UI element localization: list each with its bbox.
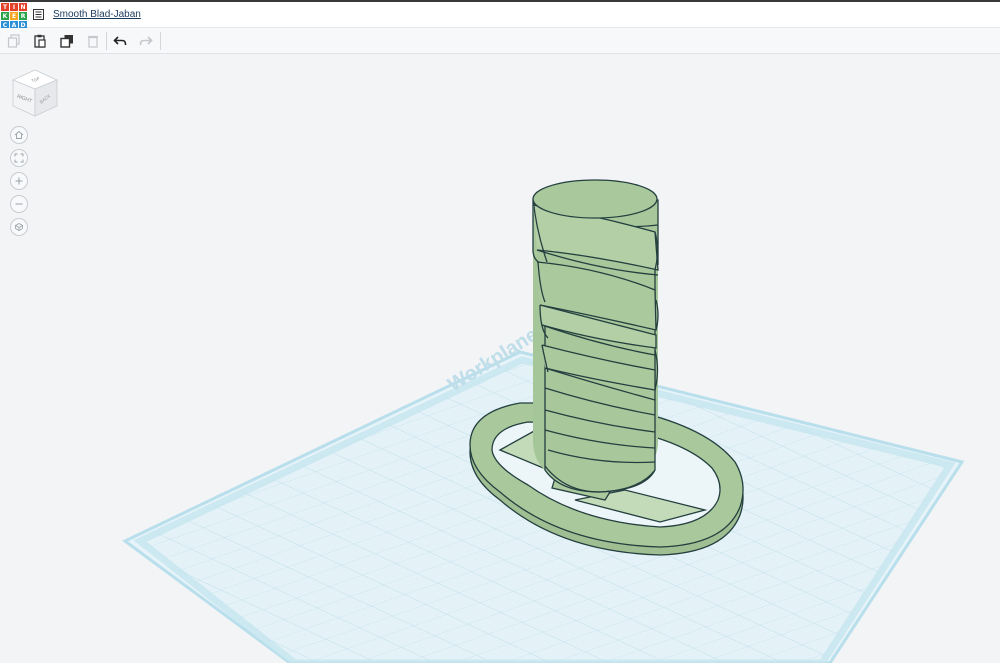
home-icon — [14, 130, 24, 139]
logo-tile: N — [19, 3, 27, 11]
redo-button[interactable] — [137, 32, 155, 50]
logo-tile: K — [1, 12, 9, 20]
logo-tile: E — [10, 12, 18, 20]
duplicate-icon — [60, 35, 73, 48]
logo-tile: R — [19, 12, 27, 20]
logo-tile: T — [1, 3, 9, 11]
redo-icon — [139, 36, 153, 45]
design-list-icon[interactable] — [33, 9, 44, 20]
paste-button[interactable] — [31, 32, 49, 50]
top-bar: TINKERCAD Smooth Blad-Jaban — [0, 0, 1000, 29]
3d-viewport[interactable]: Workplane TOP RIGHT BACK — [0, 54, 1000, 663]
paste-icon — [34, 34, 46, 48]
delete-button[interactable] — [84, 32, 102, 50]
zoom-out-icon — [15, 203, 23, 205]
duplicate-button[interactable] — [58, 32, 76, 50]
view-cube[interactable]: TOP RIGHT BACK — [10, 68, 60, 120]
fit-view-icon — [14, 153, 24, 163]
project-title[interactable]: Smooth Blad-Jaban — [53, 9, 141, 20]
perspective-icon — [14, 223, 24, 231]
copy-icon — [7, 34, 20, 48]
zoom-out-button[interactable] — [10, 195, 28, 213]
copy-button[interactable] — [5, 32, 23, 50]
undo-button[interactable] — [111, 32, 129, 50]
edit-toolbar — [0, 28, 1000, 54]
logo-tile: I — [10, 3, 18, 11]
perspective-button[interactable] — [10, 218, 28, 236]
trash-icon — [88, 35, 98, 48]
home-view-button[interactable] — [10, 126, 28, 144]
twisted-tower-shape[interactable] — [532, 179, 659, 493]
tinkercad-logo[interactable]: TINKERCAD — [1, 3, 27, 29]
undo-icon — [113, 36, 127, 45]
zoom-in-button[interactable] — [10, 172, 28, 190]
toolbar-separator — [106, 32, 107, 50]
zoom-in-icon — [15, 177, 23, 185]
scene-canvas[interactable]: Workplane — [0, 54, 1000, 663]
toolbar-separator — [160, 32, 161, 50]
fit-view-button[interactable] — [10, 149, 28, 167]
